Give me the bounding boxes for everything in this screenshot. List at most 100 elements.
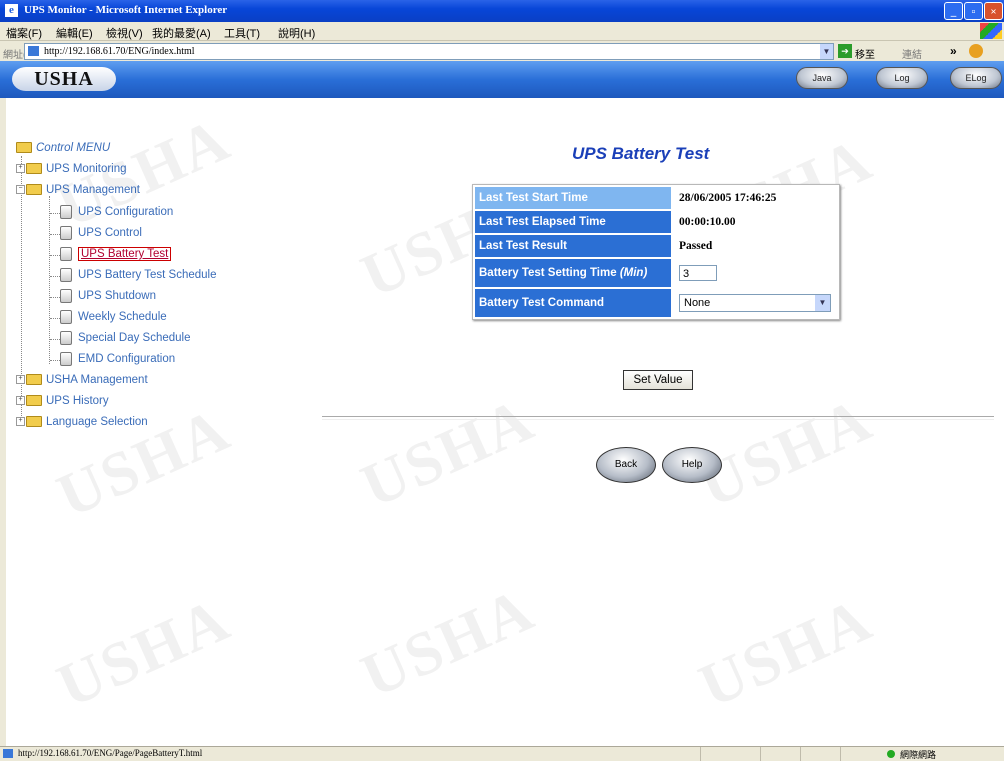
links-label[interactable]: 連結 (902, 46, 922, 61)
menu-help[interactable]: 說明(H) (278, 25, 315, 41)
tree-root-label: Control MENU (36, 142, 111, 154)
window-title-bar: e UPS Monitor - Microsoft Internet Explo… (0, 0, 1004, 22)
row-label: Battery Test Setting Time (Min) (475, 259, 671, 287)
row-value: None ▼ (673, 289, 837, 317)
tree-item-label-selected[interactable]: UPS Battery Test (78, 247, 172, 262)
address-input[interactable]: http://192.168.61.70/ENG/index.html ▼ (24, 43, 834, 60)
toolbar-chevron[interactable]: » (950, 44, 957, 58)
tree-item-ups-battery-test[interactable]: UPS Battery Test (60, 247, 172, 262)
table-row: Battery Test Command None ▼ (475, 289, 837, 317)
setting-label: Battery Test Setting Time (479, 267, 620, 279)
tree-item-battery-test-schedule[interactable]: UPS Battery Test Schedule (60, 268, 217, 282)
help-button[interactable]: Help (662, 447, 722, 483)
tree-item-label: Weekly Schedule (78, 311, 167, 324)
table-row: Last Test Result Passed (475, 235, 837, 257)
close-button[interactable]: × (984, 2, 1003, 20)
battery-test-command-select[interactable]: None ▼ (679, 294, 831, 312)
tree-branch (50, 339, 60, 340)
tree-item-label: UPS Monitoring (46, 163, 127, 175)
status-separator (800, 747, 801, 761)
security-zone: 網際網路 (900, 750, 937, 760)
watermark: USHA (351, 385, 545, 521)
tree-item-ups-monitoring[interactable]: + UPS Monitoring (16, 163, 127, 175)
open-folder-icon (26, 184, 42, 196)
toolbar-extension-icon[interactable] (969, 44, 983, 58)
usha-logo: USHA (12, 67, 116, 91)
internet-zone-icon (887, 750, 895, 758)
page-icon (28, 46, 39, 56)
tree-item-label: UPS Shutdown (78, 290, 156, 303)
tree-item-label: UPS Configuration (78, 206, 174, 219)
row-label: Last Test Result (475, 235, 671, 257)
menu-tools[interactable]: 工具(T) (224, 25, 260, 41)
folder-icon (26, 416, 42, 428)
tree-item-language-selection[interactable]: + Language Selection (16, 416, 148, 428)
collapse-icon[interactable]: − (16, 185, 25, 195)
tree-item-label: UPS Management (46, 184, 140, 196)
tree-item-label: UPS Battery Test Schedule (78, 269, 217, 282)
watermark: USHA (47, 585, 241, 721)
tree-item-label: UPS History (46, 395, 109, 407)
row-label: Battery Test Command (475, 289, 671, 317)
elog-button[interactable]: ELog (950, 67, 1002, 89)
go-button[interactable]: 移至 (855, 46, 875, 61)
tree-item-ups-configuration[interactable]: UPS Configuration (60, 205, 173, 219)
tree-item-label: UPS Control (78, 227, 142, 240)
status-separator (840, 747, 841, 761)
watermark: USHA (689, 585, 883, 721)
tree-item-emd-configuration[interactable]: EMD Configuration (60, 352, 175, 366)
page-status-icon (3, 749, 13, 758)
page-icon (60, 310, 72, 324)
table-row: Last Test Start Time 28/06/2005 17:46:25 (475, 187, 837, 209)
status-separator (760, 747, 761, 761)
folder-icon (26, 374, 42, 386)
page-icon (60, 268, 72, 282)
watermark: USHA (351, 575, 545, 711)
expand-icon[interactable]: + (16, 164, 25, 174)
divider (322, 416, 994, 420)
page-icon (60, 352, 72, 366)
tree-branch (50, 276, 60, 277)
status-separator (700, 747, 701, 761)
page-icon (60, 226, 72, 240)
tree-item-special-day-schedule[interactable]: Special Day Schedule (60, 331, 191, 345)
windows-logo-icon (980, 23, 1002, 39)
folder-icon (26, 163, 42, 175)
chevron-down-icon[interactable]: ▼ (815, 295, 830, 311)
table-row: Last Test Elapsed Time 00:00:10.00 (475, 211, 837, 233)
back-button[interactable]: Back (596, 447, 656, 483)
tree-item-weekly-schedule[interactable]: Weekly Schedule (60, 310, 167, 324)
tree-item-ups-control[interactable]: UPS Control (60, 226, 142, 240)
status-url: http://192.168.61.70/ENG/Page/PageBatter… (18, 748, 203, 758)
menu-edit[interactable]: 編輯(E) (56, 25, 93, 41)
menu-file[interactable]: 檔案(F) (6, 25, 42, 41)
tree-item-label: USHA Management (46, 374, 148, 386)
page-icon (60, 205, 72, 219)
tree-item-label: EMD Configuration (78, 353, 176, 366)
expand-icon[interactable]: + (16, 396, 25, 406)
address-url[interactable]: http://192.168.61.70/ENG/index.html (44, 46, 195, 57)
maximize-button[interactable]: ▫ (964, 2, 983, 20)
menu-view[interactable]: 檢視(V) (106, 25, 143, 41)
tree-item-usha-management[interactable]: + USHA Management (16, 374, 148, 386)
tree-root[interactable]: Control MENU (16, 142, 110, 154)
log-button[interactable]: Log (876, 67, 928, 89)
tree-item-ups-management[interactable]: − UPS Management (16, 184, 140, 196)
go-arrow-icon[interactable]: ➔ (838, 44, 852, 58)
tree-item-ups-history[interactable]: + UPS History (16, 395, 109, 407)
tree-branch (50, 318, 60, 319)
battery-test-table: Last Test Start Time 28/06/2005 17:46:25… (472, 184, 840, 320)
set-value-button[interactable]: Set Value (623, 370, 693, 390)
tree-branch (50, 360, 60, 361)
setting-time-input[interactable]: 3 (679, 265, 717, 281)
expand-icon[interactable]: + (16, 375, 25, 385)
java-button[interactable]: Java (796, 67, 848, 89)
expand-icon[interactable]: + (16, 417, 25, 427)
menu-favorites[interactable]: 我的最愛(A) (152, 25, 211, 41)
tree-item-ups-shutdown[interactable]: UPS Shutdown (60, 289, 156, 303)
tree-branch (50, 234, 60, 235)
address-dropdown-icon[interactable]: ▼ (820, 44, 833, 59)
row-value: 28/06/2005 17:46:25 (679, 192, 777, 204)
usha-header: USHA Java Log ELog (0, 61, 1004, 98)
minimize-button[interactable]: _ (944, 2, 963, 20)
